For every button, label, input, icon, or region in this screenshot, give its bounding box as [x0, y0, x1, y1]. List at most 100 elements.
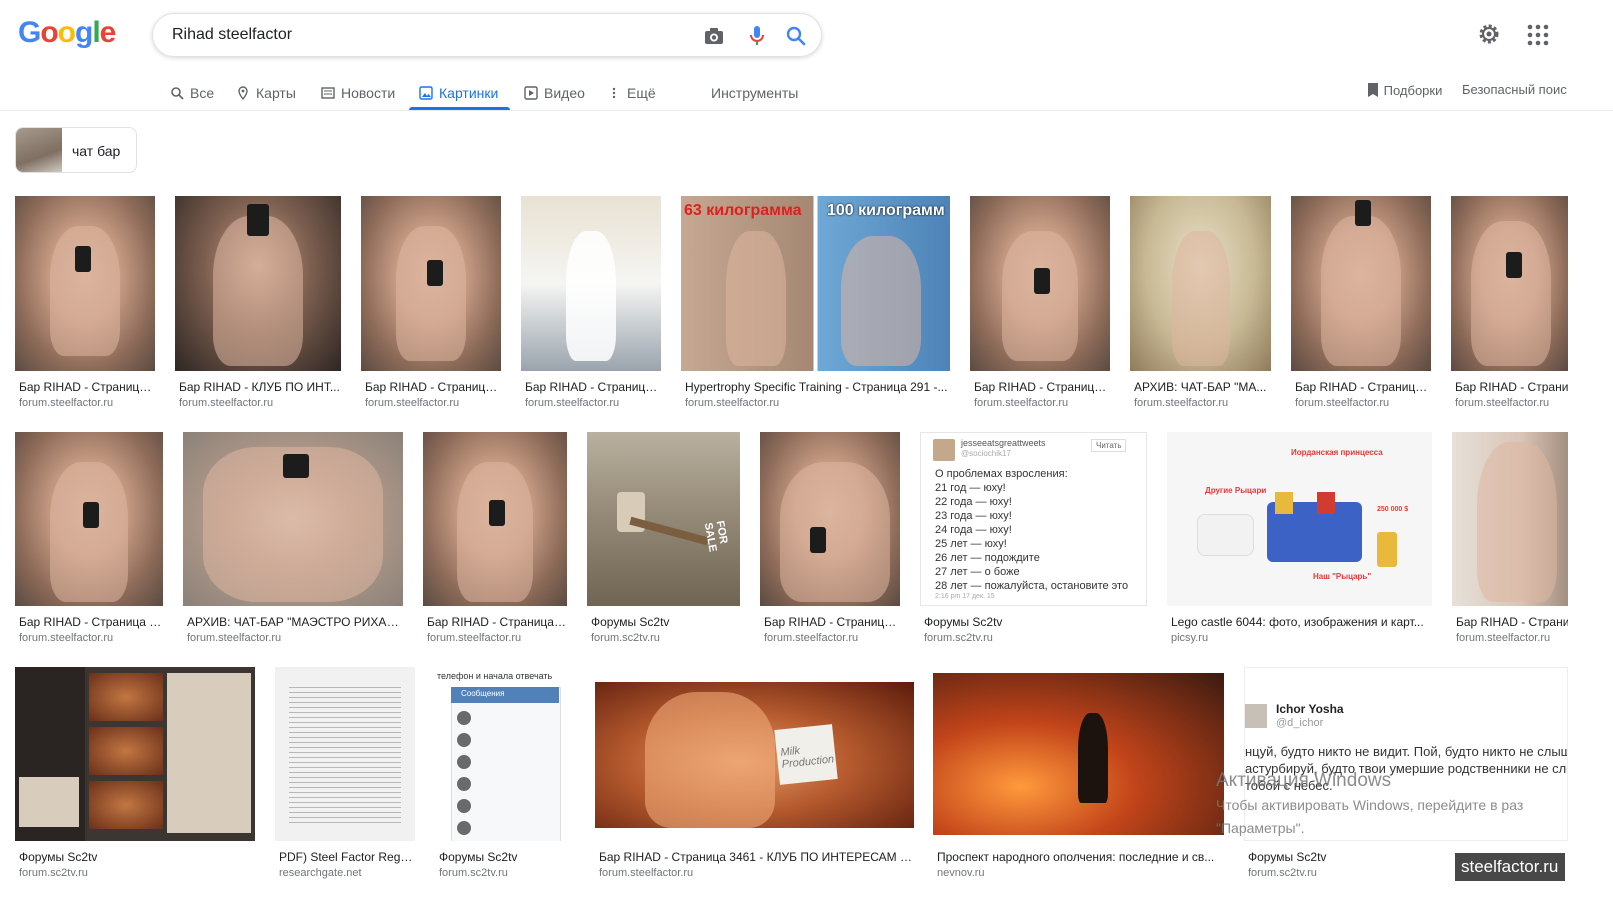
- result-image[interactable]: [15, 432, 163, 606]
- result-source[interactable]: picsy.ru: [1171, 632, 1432, 644]
- image-result[interactable]: Бар RIHAD - Страница... forum.steelfacto…: [361, 196, 501, 416]
- image-result[interactable]: Бар RIHAD - КЛУБ ПО ИНТ... forum.steelfa…: [175, 196, 341, 416]
- result-source[interactable]: forum.sc2tv.ru: [19, 867, 255, 879]
- image-result[interactable]: АРХИВ: ЧАТ-БАР "МА... forum.steelfactor.…: [1130, 196, 1271, 416]
- image-result[interactable]: Milk Production Бар RIHAD - Страница 346…: [595, 667, 914, 904]
- result-title[interactable]: Бар RIHAD - Страница...: [525, 380, 661, 394]
- result-title[interactable]: Бар RIHAD - Страница...: [764, 615, 900, 629]
- image-result[interactable]: Бар RIHAD - Страница ... forum.steelfact…: [423, 432, 567, 652]
- image-result[interactable]: Бар RIHAD - Страница... forum.steelfacto…: [1291, 196, 1431, 416]
- search-icon[interactable]: [784, 24, 808, 48]
- search-input[interactable]: Rihad steelfactor: [172, 26, 292, 44]
- google-logo[interactable]: Google: [18, 16, 116, 50]
- result-image[interactable]: [423, 432, 567, 606]
- result-image[interactable]: [175, 196, 341, 371]
- result-image[interactable]: [275, 667, 415, 841]
- result-image[interactable]: телефон и начала отвечать Сообщения: [435, 667, 575, 841]
- result-image[interactable]: [1130, 196, 1271, 371]
- image-result[interactable]: Бар RIHAD - Страница 7... forum.steelfac…: [15, 432, 163, 652]
- result-title[interactable]: Форумы Sc2tv: [591, 615, 740, 629]
- result-image[interactable]: [1451, 196, 1568, 371]
- suggestion-chip[interactable]: чат бар: [15, 127, 137, 173]
- result-source[interactable]: forum.steelfactor.ru: [525, 397, 661, 409]
- result-source[interactable]: forum.steelfactor.ru: [427, 632, 567, 644]
- image-result[interactable]: Бар RIHAD - Страница... forum.steelfacto…: [970, 196, 1110, 416]
- safesearch-button[interactable]: Безопасный поис: [1462, 82, 1567, 97]
- result-source[interactable]: forum.steelfactor.ru: [179, 397, 341, 409]
- result-title[interactable]: Бар RIHAD - КЛУБ ПО ИНТ...: [179, 380, 341, 394]
- result-source[interactable]: forum.sc2tv.ru: [924, 632, 1147, 644]
- tab-images[interactable]: Картинки: [409, 78, 511, 110]
- result-source[interactable]: forum.steelfactor.ru: [764, 632, 900, 644]
- result-source[interactable]: forum.steelfactor.ru: [1455, 397, 1568, 409]
- result-image[interactable]: 63 килограмма 100 килограмм: [681, 196, 950, 371]
- result-source[interactable]: forum.steelfactor.ru: [365, 397, 501, 409]
- image-result[interactable]: Бар RIHAD - Страница... forum.steelfacto…: [15, 196, 155, 416]
- search-box[interactable]: Rihad steelfactor: [152, 13, 822, 57]
- result-image[interactable]: [183, 432, 403, 606]
- image-result[interactable]: Бар RIHAD - Страница... forum.steelfacto…: [521, 196, 661, 416]
- result-title[interactable]: Бар RIHAD - Страница 3461 - КЛУБ ПО ИНТЕ…: [599, 850, 914, 864]
- tools-button[interactable]: Инструменты: [711, 78, 798, 108]
- result-title[interactable]: Бар RIHAD - Страни: [1455, 380, 1568, 394]
- collections-button[interactable]: Подборки: [1366, 82, 1442, 98]
- result-title[interactable]: Бар RIHAD - Страница...: [1295, 380, 1431, 394]
- tab-maps[interactable]: Карты: [236, 78, 296, 108]
- image-result[interactable]: АРХИВ: ЧАТ-БАР "МАЭСТРО РИХАД"... forum.…: [183, 432, 403, 652]
- result-title[interactable]: PDF) Steel Factor Regu...: [279, 850, 415, 864]
- result-source[interactable]: forum.sc2tv.ru: [439, 867, 575, 879]
- result-source[interactable]: forum.steelfactor.ru: [19, 632, 163, 644]
- result-title[interactable]: Hypertrophy Specific Training - Страница…: [685, 380, 950, 394]
- result-image[interactable]: Milk Production: [595, 682, 914, 828]
- gear-icon[interactable]: [1477, 22, 1501, 46]
- result-title[interactable]: Бар RIHAD - Страница...: [974, 380, 1110, 394]
- result-title[interactable]: Форумы Sc2tv: [924, 615, 1147, 629]
- result-title[interactable]: Бар RIHAD - Страница 7...: [19, 615, 163, 629]
- result-image[interactable]: jesseeatsgreattweets @sociochik17 Читать…: [920, 432, 1147, 606]
- result-source[interactable]: forum.steelfactor.ru: [1134, 397, 1271, 409]
- image-result[interactable]: jesseeatsgreattweets @sociochik17 Читать…: [920, 432, 1147, 652]
- result-title[interactable]: Форумы Sc2tv: [19, 850, 255, 864]
- image-result[interactable]: Форумы Sc2tv forum.sc2tv.ru: [15, 667, 255, 904]
- apps-grid-icon[interactable]: [1527, 24, 1549, 46]
- result-source[interactable]: forum.steelfactor.ru: [685, 397, 950, 409]
- result-source[interactable]: forum.steelfactor.ru: [19, 397, 155, 409]
- result-title[interactable]: Бар RIHAD - Страница...: [365, 380, 501, 394]
- result-source[interactable]: researchgate.net: [279, 867, 415, 879]
- result-image[interactable]: [1291, 196, 1431, 371]
- tab-video[interactable]: Видео: [524, 78, 585, 108]
- result-source[interactable]: forum.steelfactor.ru: [1456, 632, 1568, 644]
- image-result[interactable]: Бар RIHAD - Страница... forum.steelfacto…: [760, 432, 900, 652]
- result-image[interactable]: [1452, 432, 1568, 606]
- result-source[interactable]: forum.steelfactor.ru: [1295, 397, 1431, 409]
- result-title[interactable]: Lego castle 6044: фото, изображения и ка…: [1171, 615, 1432, 629]
- tab-more[interactable]: Ещё: [607, 78, 656, 108]
- result-image[interactable]: Иорданская принцесса Другие Рыцари 250 0…: [1167, 432, 1432, 606]
- image-result[interactable]: Проспект народного ополчения: последние …: [933, 667, 1224, 904]
- result-image[interactable]: [15, 667, 255, 841]
- result-title[interactable]: Бар RIHAD - Страница...: [19, 380, 155, 394]
- image-result[interactable]: PDF) Steel Factor Regu... researchgate.n…: [275, 667, 415, 904]
- result-title[interactable]: Форумы Sc2tv: [439, 850, 575, 864]
- image-result[interactable]: Бар RIHAD - Страни forum.steelfactor.ru: [1452, 432, 1568, 652]
- result-source[interactable]: forum.steelfactor.ru: [599, 867, 914, 879]
- result-source[interactable]: forum.steelfactor.ru: [187, 632, 403, 644]
- result-image[interactable]: [15, 196, 155, 371]
- result-source[interactable]: forum.sc2tv.ru: [591, 632, 740, 644]
- result-image[interactable]: [760, 432, 900, 606]
- image-result[interactable]: Бар RIHAD - Страни forum.steelfactor.ru: [1451, 196, 1568, 416]
- tab-all[interactable]: Все: [170, 78, 214, 108]
- result-image[interactable]: [933, 673, 1224, 835]
- mic-icon[interactable]: [745, 24, 769, 48]
- result-image[interactable]: FOR SALE: [587, 432, 740, 606]
- result-title[interactable]: Бар RIHAD - Страница ...: [427, 615, 567, 629]
- result-source[interactable]: nevnov.ru: [937, 867, 1224, 879]
- result-title[interactable]: АРХИВ: ЧАТ-БАР "МАЭСТРО РИХАД"...: [187, 615, 403, 629]
- result-source[interactable]: forum.steelfactor.ru: [974, 397, 1110, 409]
- result-title[interactable]: АРХИВ: ЧАТ-БАР "МА...: [1134, 380, 1271, 394]
- image-result[interactable]: телефон и начала отвечать Сообщения Фору…: [435, 667, 575, 904]
- result-image[interactable]: [970, 196, 1110, 371]
- result-title[interactable]: Бар RIHAD - Страни: [1456, 615, 1568, 629]
- tab-news[interactable]: Новости: [321, 78, 395, 108]
- image-result[interactable]: Иорданская принцесса Другие Рыцари 250 0…: [1167, 432, 1432, 652]
